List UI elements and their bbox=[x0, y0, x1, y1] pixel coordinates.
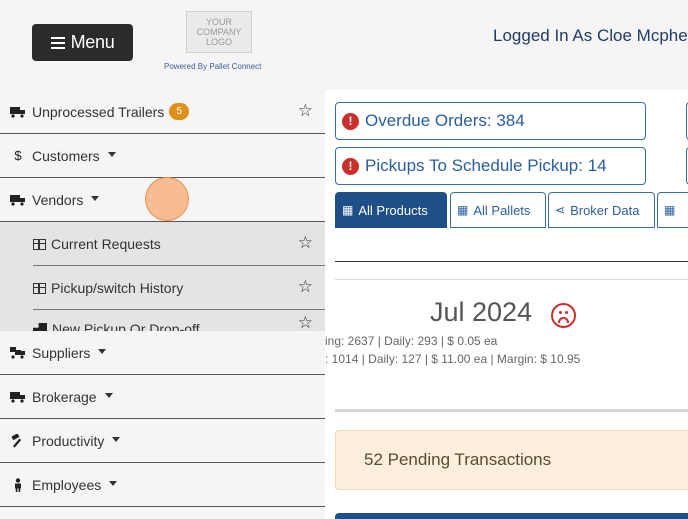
frown-icon bbox=[551, 303, 576, 328]
tabs-underline bbox=[335, 261, 688, 262]
sidebar-item-productivity[interactable]: Productivity bbox=[0, 419, 325, 463]
section-divider bbox=[335, 279, 688, 280]
tab-label: All Products bbox=[358, 202, 428, 218]
star-icon[interactable]: ☆ bbox=[298, 278, 313, 295]
star-icon[interactable]: ☆ bbox=[298, 234, 313, 251]
caret-down-icon bbox=[98, 349, 107, 354]
caret-down-icon bbox=[109, 481, 118, 486]
truck-icon bbox=[10, 193, 26, 207]
tab-partial[interactable]: ▦ bbox=[657, 192, 688, 228]
month-title: Jul 2024 bbox=[430, 297, 533, 327]
tab-broker-data[interactable]: ⋖ Broker Data bbox=[548, 192, 655, 228]
top-header: Menu YOUR COMPANY LOGO Powered By Pallet… bbox=[0, 0, 688, 90]
logo-line-1: YOUR bbox=[205, 17, 232, 27]
truck-loading-icon bbox=[10, 346, 26, 360]
sidebar-item-label: Customers bbox=[32, 147, 100, 164]
content-divider bbox=[335, 409, 688, 412]
sidebar-item-more[interactable] bbox=[0, 507, 325, 519]
pallets-icon: ▦ bbox=[342, 203, 354, 217]
sidebar-item-employees[interactable]: Employees bbox=[0, 463, 325, 507]
click-indicator bbox=[145, 177, 189, 221]
pickups-to-schedule-alert[interactable]: ! Pickups To Schedule Pickup: 14 bbox=[335, 147, 646, 185]
caret-down-icon bbox=[104, 393, 113, 398]
dollar-icon: $ bbox=[14, 148, 22, 163]
star-icon[interactable]: ☆ bbox=[298, 314, 313, 331]
person-icon bbox=[10, 477, 26, 492]
count-badge: 5 bbox=[169, 103, 190, 120]
tab-label: Broker Data bbox=[570, 202, 640, 218]
truck-ramp-icon bbox=[33, 323, 47, 331]
company-logo[interactable]: YOUR COMPANY LOGO bbox=[186, 11, 252, 53]
hamburger-icon bbox=[50, 36, 65, 49]
overdue-orders-alert[interactable]: ! Overdue Orders: 384 bbox=[335, 102, 646, 140]
submenu-item-label: Current Requests bbox=[51, 236, 161, 252]
hammer-icon bbox=[10, 433, 26, 448]
exclamation-circle-icon: ! bbox=[342, 157, 359, 175]
submenu-item-content: New Pickup Or Drop-off bbox=[33, 321, 200, 331]
sidebar-item-brokerage[interactable]: Brokerage bbox=[0, 375, 325, 419]
main-content: ! Overdue Orders: 384 ! Pickups To Sched… bbox=[325, 90, 688, 519]
sidebar-item-label: Suppliers bbox=[32, 344, 91, 361]
tab-all-pallets[interactable]: ▦ All Pallets bbox=[450, 192, 546, 228]
menu-button[interactable]: Menu bbox=[32, 24, 133, 61]
submenu-item-current-requests[interactable]: Current Requests ☆ bbox=[0, 222, 325, 266]
caret-down-icon bbox=[112, 437, 121, 442]
submenu-item-label: Pickup/switch History bbox=[51, 280, 184, 296]
sidebar-item-label: Brokerage bbox=[32, 388, 97, 405]
tab-all-products[interactable]: ▦ All Products bbox=[335, 192, 447, 228]
submenu-item-label: New Pickup Or Drop-off bbox=[52, 321, 200, 331]
sidebar-item-customers[interactable]: $ Customers bbox=[0, 134, 325, 178]
tab-label: All Pallets bbox=[473, 202, 531, 218]
caret-down-icon bbox=[91, 196, 100, 201]
alert-label: Overdue Orders: 384 bbox=[365, 111, 525, 130]
caret-down-icon bbox=[107, 152, 116, 157]
table-icon bbox=[33, 238, 46, 250]
star-icon[interactable]: ☆ bbox=[298, 102, 313, 119]
sidebar: Unprocessed Trailers 5 ☆ $ Customers Ven… bbox=[0, 90, 325, 519]
sidebar-item-suppliers[interactable]: Suppliers bbox=[0, 331, 325, 375]
pallets-icon: ▦ bbox=[664, 203, 676, 217]
exclamation-circle-icon: ! bbox=[342, 112, 359, 130]
sidebar-item-label: Unprocessed Trailers bbox=[32, 103, 165, 120]
sidebar-item-unprocessed-trailers[interactable]: Unprocessed Trailers 5 ☆ bbox=[0, 90, 325, 134]
pallets-icon: ▦ bbox=[457, 203, 469, 217]
logo-line-3: LOGO bbox=[205, 37, 232, 47]
sidebar-item-label: Employees bbox=[32, 476, 102, 493]
stat-line-1: ing: 2637 | Daily: 293 | $ 0.05 ea bbox=[325, 334, 498, 348]
logged-in-user[interactable]: Logged In As Cloe Mcphe bbox=[493, 26, 688, 46]
pending-transactions-label: 52 Pending Transactions bbox=[364, 450, 552, 469]
submenu-item-pickup-history[interactable]: Pickup/switch History ☆ bbox=[0, 266, 325, 310]
submenu-item-new-pickup[interactable]: New Pickup Or Drop-off ☆ bbox=[0, 310, 325, 331]
sidebar-item-label: Productivity bbox=[32, 432, 105, 449]
truck-icon bbox=[10, 105, 26, 119]
sidebar-item-label: Vendors bbox=[32, 191, 84, 208]
alert-label: Pickups To Schedule Pickup: 14 bbox=[365, 156, 607, 175]
table-icon bbox=[33, 282, 46, 294]
truck-icon bbox=[10, 390, 26, 404]
stat-line-2: : 1014 | Daily: 127 | $ 11.00 ea | Margi… bbox=[325, 352, 581, 366]
powered-by-text: Powered By Pallet Connect bbox=[164, 62, 262, 71]
menu-button-label: Menu bbox=[70, 32, 115, 52]
logo-line-2: COMPANY bbox=[196, 27, 242, 37]
app-root: Menu YOUR COMPANY LOGO Powered By Pallet… bbox=[0, 0, 688, 519]
panel-header-bar bbox=[335, 513, 688, 519]
share-icon: ⋖ bbox=[555, 203, 566, 217]
pending-transactions-box[interactable]: 52 Pending Transactions bbox=[335, 430, 688, 490]
